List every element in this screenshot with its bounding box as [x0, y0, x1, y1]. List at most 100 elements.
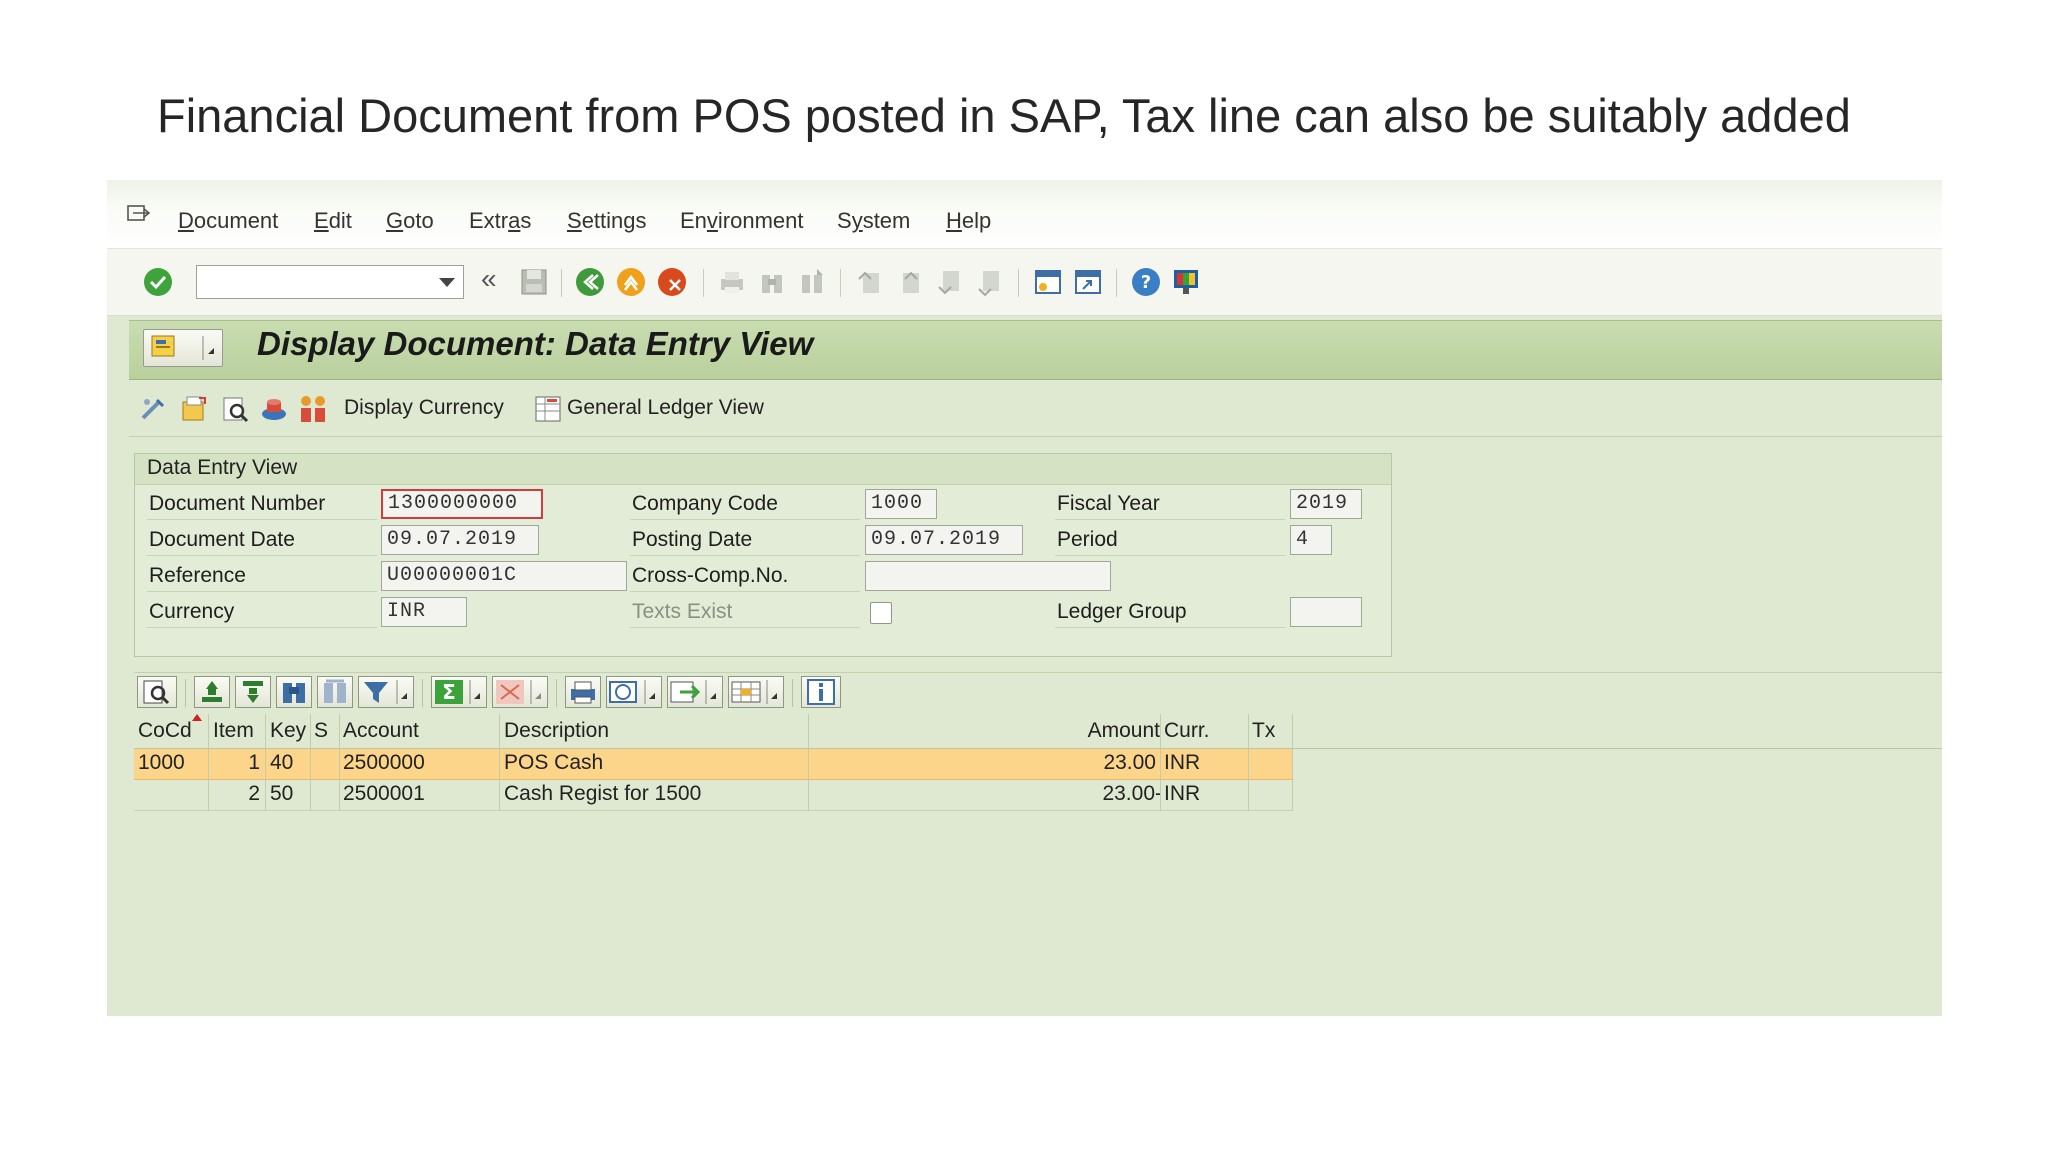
menu-settings[interactable]: Settings	[567, 208, 647, 234]
cell-amount: 23.00	[1103, 751, 1156, 774]
grid-details-button[interactable]	[137, 676, 177, 708]
information-icon	[807, 679, 835, 705]
menu-extras[interactable]: Extras	[469, 208, 531, 234]
column-header-s[interactable]: S	[314, 719, 328, 743]
document-date-field[interactable]: 09.07.2019	[381, 525, 539, 555]
sort-ascending-icon	[202, 681, 222, 702]
document-date-label: Document Date	[147, 524, 377, 556]
sum-icon: Σ	[435, 680, 480, 704]
column-header-amount[interactable]: Amount	[924, 719, 1160, 743]
period-field[interactable]: 4	[1290, 525, 1332, 555]
export-icon	[670, 680, 716, 704]
chevron-down-icon[interactable]	[439, 278, 455, 287]
column-header-tx[interactable]: Tx	[1252, 719, 1275, 743]
print-icon	[571, 681, 595, 704]
grid-filter-button[interactable]	[358, 676, 414, 708]
exit-icon[interactable]	[616, 267, 646, 297]
column-header-account[interactable]: Account	[343, 719, 419, 743]
grid-layout-button[interactable]	[728, 676, 784, 708]
subtotal-icon	[496, 680, 541, 704]
grid-information-button[interactable]	[801, 676, 841, 708]
document-header-icon	[151, 335, 175, 357]
svg-text:Σ: Σ	[442, 680, 456, 704]
sap-window: Document Edit Goto Extras Settings Envir…	[107, 180, 1942, 1016]
cell-cocd: 1000	[138, 751, 185, 774]
find-icon[interactable]	[757, 267, 787, 297]
display-currency-button[interactable]: Display Currency	[344, 396, 504, 420]
general-ledger-view-icon[interactable]	[533, 394, 563, 424]
shortcut-icon[interactable]	[1073, 267, 1103, 297]
sort-descending-icon	[243, 681, 263, 703]
posting-date-field[interactable]: 09.07.2019	[865, 525, 1023, 555]
group-header: Data Entry View	[135, 454, 1391, 485]
group-title: Data Entry View	[147, 456, 298, 479]
save-icon[interactable]	[519, 267, 549, 297]
display-change-icon[interactable]	[139, 394, 169, 424]
previous-page-icon[interactable]	[895, 267, 925, 297]
menu-environment[interactable]: Environment	[680, 208, 804, 234]
fiscal-year-field[interactable]: 2019	[1290, 489, 1362, 519]
help-icon[interactable]: ?	[1131, 267, 1161, 297]
grid-total-button[interactable]: Σ	[431, 676, 487, 708]
find-next-icon[interactable]	[797, 267, 827, 297]
column-header-key[interactable]: Key	[270, 719, 306, 743]
cell-key: 40	[270, 751, 294, 774]
grid-print-button[interactable]	[565, 676, 601, 708]
texts-exist-checkbox[interactable]	[870, 602, 892, 624]
grid-toolbar: Σ	[134, 672, 1942, 713]
general-ledger-view-button[interactable]: General Ledger View	[567, 396, 764, 420]
screen-variant-button[interactable]	[143, 329, 223, 367]
cell-item: 2	[248, 782, 260, 805]
grid-sort-ascending-button[interactable]	[194, 676, 230, 708]
double-left-icon[interactable]: «	[481, 263, 497, 295]
back-icon[interactable]	[575, 267, 605, 297]
menu-goto[interactable]: Goto	[386, 208, 434, 234]
create-session-icon[interactable]	[1033, 267, 1063, 297]
enter-check-icon[interactable]	[143, 267, 173, 297]
table-header: CoCd Item Key S Account Description Amou…	[134, 714, 1942, 749]
first-page-icon[interactable]	[855, 267, 885, 297]
table-row[interactable]: 1000 1 40 2500000 POS Cash 23.00 INR	[134, 749, 1292, 780]
reference-field[interactable]: U00000001C	[381, 561, 627, 591]
column-header-item[interactable]: Item	[213, 719, 254, 743]
reference-label: Reference	[147, 560, 377, 592]
column-header-cocd[interactable]: CoCd	[138, 719, 192, 743]
menu-document[interactable]: Document	[178, 208, 278, 234]
grid-views-button[interactable]	[606, 676, 662, 708]
display-currency-icon[interactable]	[299, 394, 329, 424]
views-icon	[609, 680, 655, 704]
grid-export-button[interactable]	[667, 676, 723, 708]
next-page-icon[interactable]	[935, 267, 965, 297]
tax-data-icon[interactable]	[259, 394, 289, 424]
command-field[interactable]	[196, 265, 464, 299]
document-overview-icon[interactable]	[179, 394, 209, 424]
texts-exist-label: Texts Exist	[630, 596, 860, 628]
grid-find-button[interactable]	[276, 676, 312, 708]
column-header-curr[interactable]: Curr.	[1164, 719, 1210, 743]
column-header-description[interactable]: Description	[504, 719, 609, 743]
cell-account: 2500000	[343, 751, 425, 774]
grid-subtotal-button[interactable]	[492, 676, 548, 708]
document-search-icon[interactable]	[220, 394, 250, 424]
cross-comp-no-field[interactable]	[865, 561, 1111, 591]
cancel-icon[interactable]	[657, 267, 687, 297]
menu-edit[interactable]: Edit	[314, 208, 352, 234]
grid-find-next-button[interactable]	[317, 676, 353, 708]
menu-system[interactable]: System	[837, 208, 910, 234]
menu-help[interactable]: Help	[946, 208, 991, 234]
grid-sort-descending-button[interactable]	[235, 676, 271, 708]
cell-item: 1	[248, 751, 260, 774]
document-number-field[interactable]: 1300000000	[381, 489, 543, 519]
system-menu-icon[interactable]	[127, 203, 153, 223]
layout-icon	[731, 680, 777, 704]
currency-field[interactable]: INR	[381, 597, 467, 627]
svg-text:?: ?	[1141, 272, 1151, 293]
print-icon[interactable]	[717, 267, 747, 297]
customize-layout-icon[interactable]	[1171, 267, 1201, 297]
last-page-icon[interactable]	[975, 267, 1005, 297]
ledger-group-field[interactable]	[1290, 597, 1362, 627]
standard-toolbar: « ?	[107, 248, 1942, 316]
company-code-field[interactable]: 1000	[865, 489, 937, 519]
table-row[interactable]: 2 50 2500001 Cash Regist for 1500 23.00-…	[134, 780, 1292, 811]
page-title: Display Document: Data Entry View	[257, 325, 814, 362]
